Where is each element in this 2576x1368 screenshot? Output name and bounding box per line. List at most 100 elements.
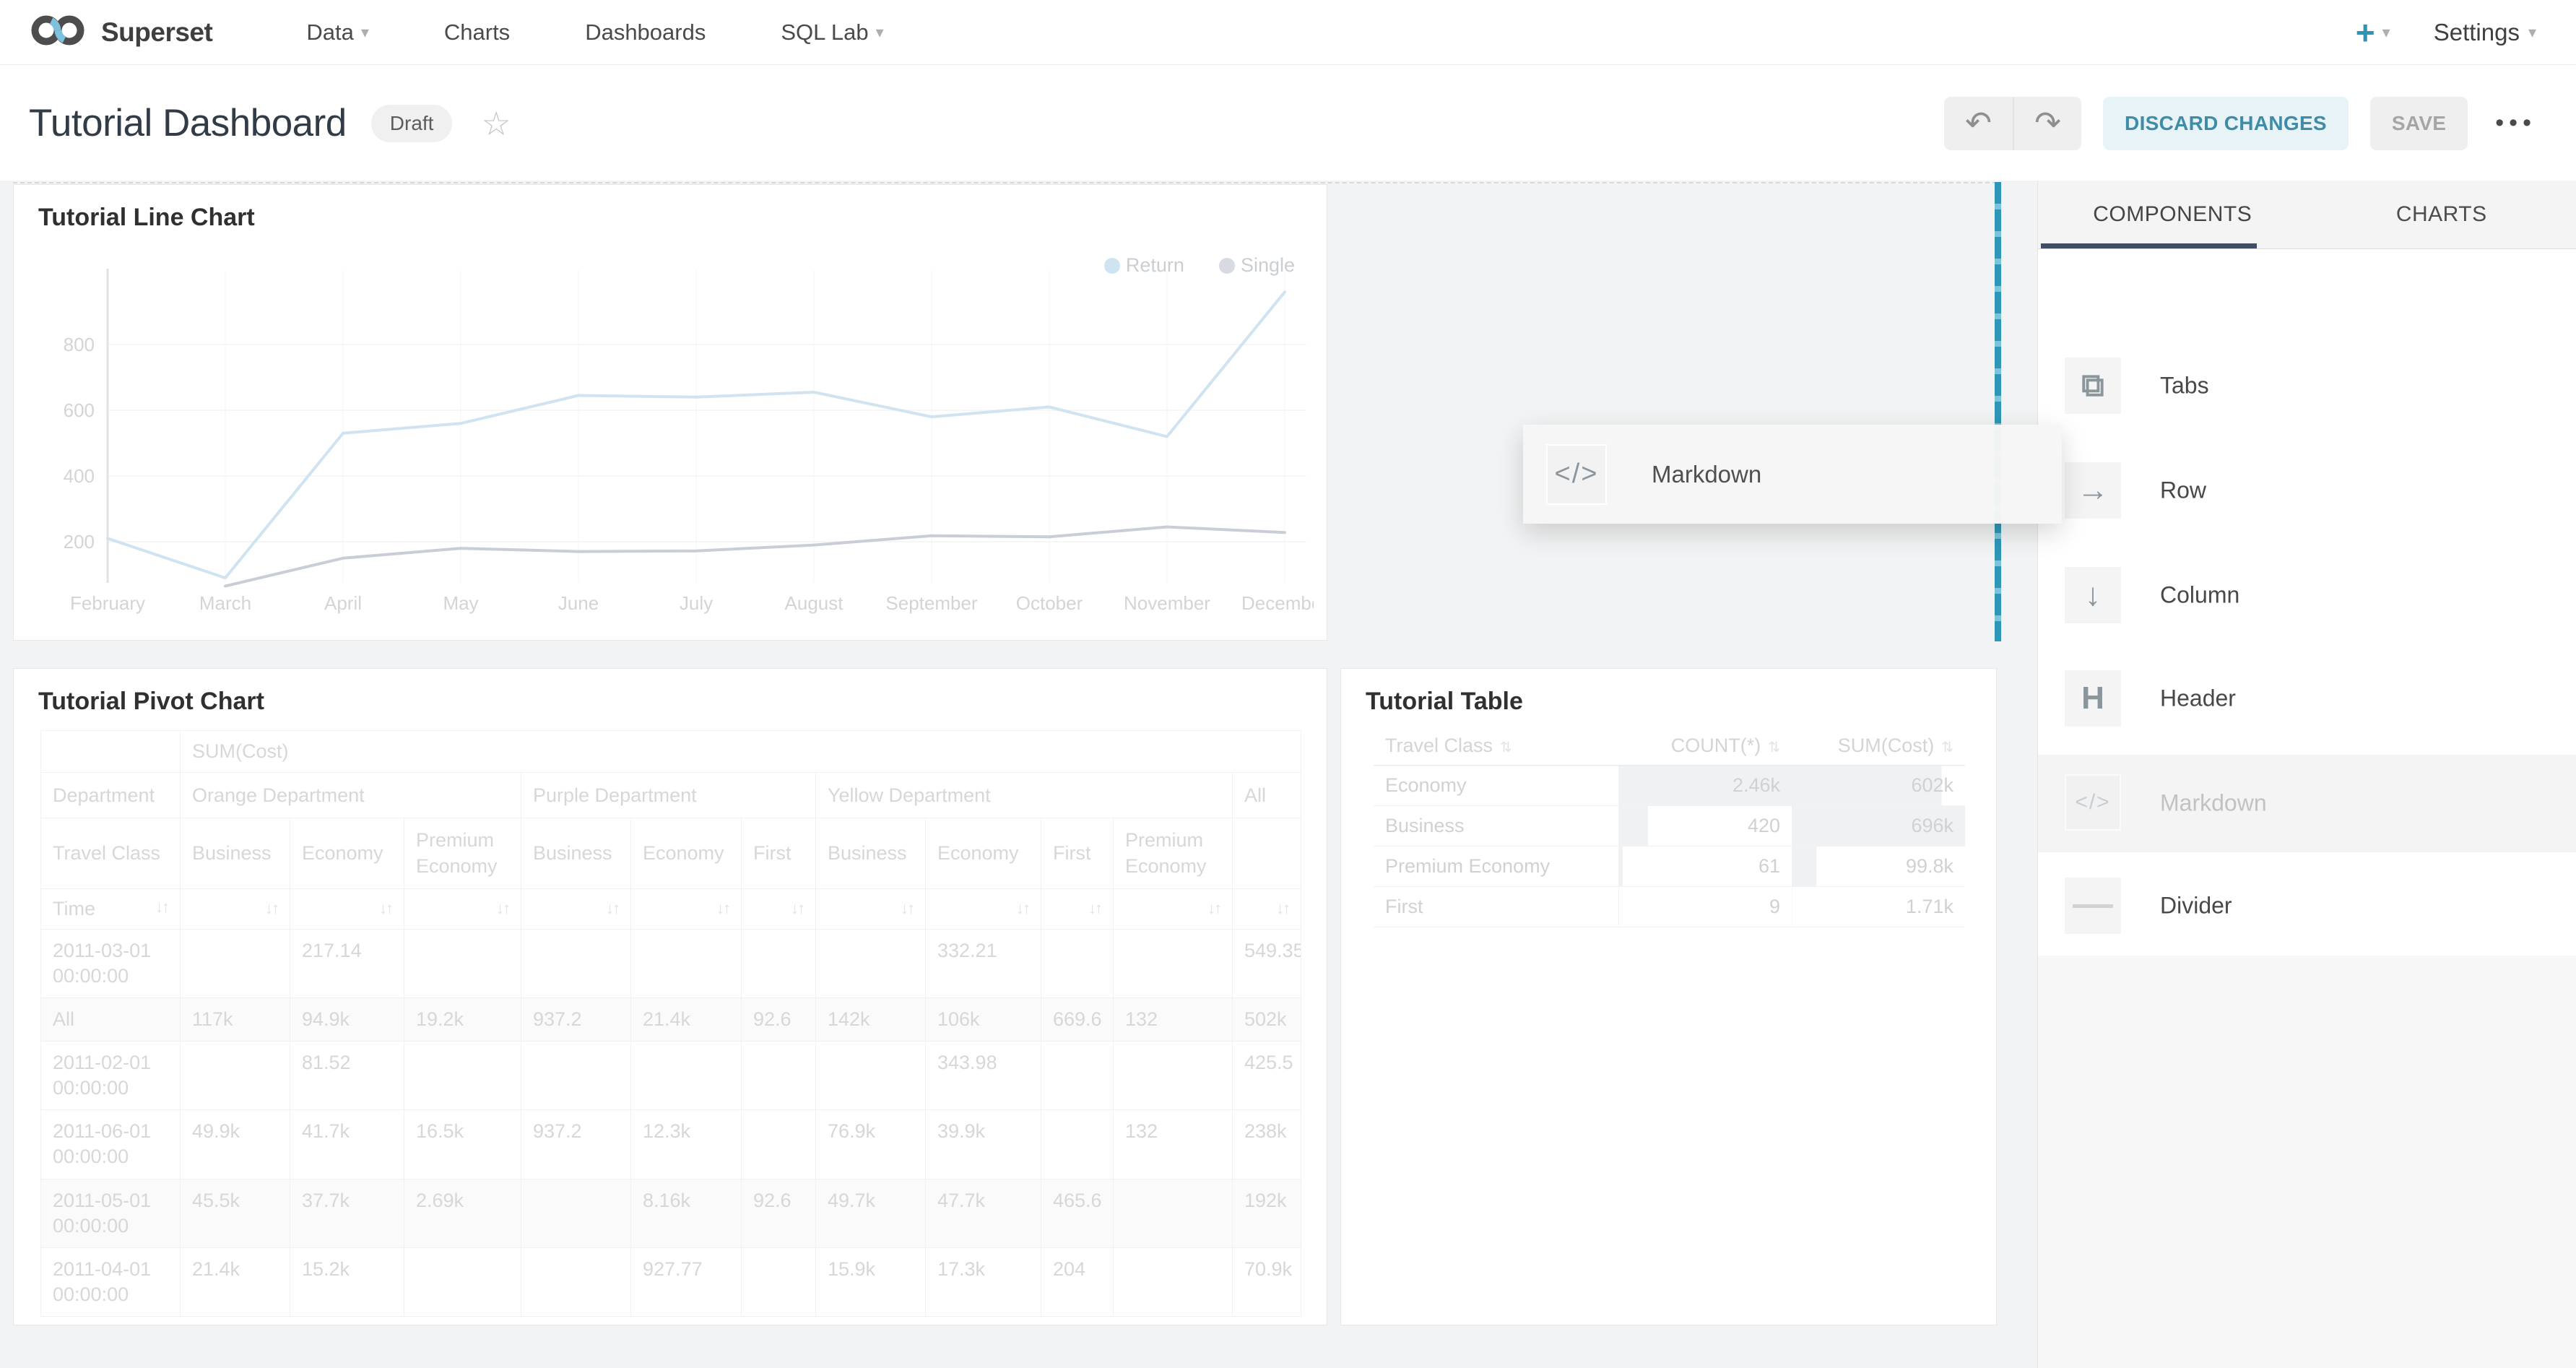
svg-text:April: April (324, 592, 362, 614)
sort-icon: ↓↑ (716, 899, 729, 918)
pivot-class-header: Economy (290, 818, 404, 889)
pivot-value-cell: 19.2k (404, 998, 521, 1042)
table-cell-sum: 602k (1792, 765, 1965, 805)
superset-logo-icon (29, 12, 90, 53)
sidebar-tabs: COMPONENTSCHARTS (2038, 181, 2576, 249)
pivot-time-label[interactable]: Time↓↑ (41, 888, 181, 929)
pivot-value-cell: 132 (1114, 998, 1233, 1042)
pivot-value-cell: 502k (1233, 998, 1301, 1042)
sidebar-item-row[interactable]: →Row (2038, 462, 2576, 519)
drag-preview-label: Markdown (1652, 461, 1761, 488)
active-tab-underline (2041, 243, 2257, 248)
pivot-chart-card[interactable]: Tutorial Pivot Chart SUM(Cost)Department… (13, 668, 1327, 1325)
pivot-data-row: All117k94.9k19.2k937.221.4k92.6142k106k6… (41, 998, 1301, 1042)
sidebar-item-column[interactable]: ↓Column (2038, 567, 2576, 623)
save-button[interactable]: SAVE (2370, 97, 2468, 150)
pivot-value-cell: 47.7k (926, 1179, 1041, 1247)
pivot-row-label: 2011-03-01 00:00:00 (41, 929, 181, 997)
nav-item-data[interactable]: Data▾ (306, 20, 369, 46)
table-column-header[interactable]: Travel Class⇅ (1374, 727, 1618, 765)
pivot-corner-cell (41, 731, 181, 773)
pivot-value-cell: 21.4k (631, 998, 742, 1042)
chevron-down-icon: ▾ (2382, 25, 2390, 40)
chevron-down-icon: ▾ (2528, 25, 2536, 40)
more-options-icon[interactable]: ••• (2489, 109, 2536, 137)
pivot-sort-cell[interactable]: ↓↑ (404, 888, 521, 929)
pivot-row-label: 2011-02-01 00:00:00 (41, 1042, 181, 1110)
pivot-value-cell: 92.6 (742, 998, 816, 1042)
pivot-sort-cell[interactable]: ↓↑ (926, 888, 1041, 929)
line-chart-card[interactable]: Tutorial Line Chart ReturnSingle 2004006… (13, 184, 1327, 641)
pivot-class-label: Travel Class (41, 818, 181, 889)
table-row: Business420696k (1374, 805, 1965, 846)
tab-charts[interactable]: CHARTS (2307, 181, 2576, 248)
sort-icon: ↓↑ (1207, 899, 1220, 918)
pivot-sort-cell[interactable]: ↓↑ (1041, 888, 1114, 929)
nav-item-sql-lab[interactable]: SQL Lab▾ (781, 20, 883, 46)
nav-item-dashboards[interactable]: Dashboards (585, 20, 706, 46)
pivot-row-label: 2011-06-01 00:00:00 (41, 1110, 181, 1179)
tab-components[interactable]: COMPONENTS (2038, 181, 2307, 248)
pivot-value-cell (742, 1247, 816, 1316)
pivot-class-header: Business (816, 818, 926, 889)
pivot-value-cell: 39.9k (926, 1110, 1041, 1179)
table-cell-label: Economy (1374, 765, 1618, 805)
undo-button[interactable]: ↶ (1944, 97, 2013, 150)
pivot-class-header: Business (521, 818, 631, 889)
sidebar-item-divider[interactable]: Divider (2038, 878, 2576, 934)
pivot-value-cell: 94.9k (290, 998, 404, 1042)
sidebar-item-header[interactable]: HHeader (2038, 670, 2576, 727)
sort-icon: ↓↑ (155, 898, 168, 917)
svg-text:June: June (558, 592, 599, 614)
pivot-class-header: Economy (926, 818, 1041, 889)
arrow-right-glyph: → (2077, 472, 2109, 508)
superset-brand[interactable]: Superset (29, 12, 212, 53)
table-cell-count: 9 (1618, 886, 1792, 927)
pivot-value-cell: 937.2 (521, 1110, 631, 1179)
svg-text:August: August (785, 592, 844, 614)
sidebar-item-markdown[interactable]: </>Markdown (2038, 755, 2576, 852)
pivot-value-cell: 8.16k (631, 1179, 742, 1247)
pivot-value-cell (1041, 1042, 1114, 1110)
svg-text:600: 600 (64, 399, 95, 421)
sidebar-item-label: Markdown (2160, 790, 2267, 817)
data-table-card[interactable]: Tutorial Table Travel Class⇅COUNT(*)⇅SUM… (1340, 668, 1997, 1325)
table-cell-label: Business (1374, 805, 1618, 846)
new-item-button[interactable]: + ▾ (2356, 16, 2390, 49)
table-cell-count: 2.46k (1618, 765, 1792, 805)
pivot-metric-cell: SUM(Cost) (181, 731, 1301, 773)
table-column-header[interactable]: COUNT(*)⇅ (1618, 727, 1792, 765)
pivot-data-row: 2011-03-01 00:00:00217.14332.21549.35 (41, 929, 1301, 997)
sidebar-bottom-fill (2038, 956, 2576, 1368)
pivot-value-cell: 425.5 (1233, 1042, 1301, 1110)
pivot-sort-cell[interactable]: ↓↑ (816, 888, 926, 929)
settings-menu[interactable]: Settings ▾ (2434, 19, 2536, 46)
pivot-value-cell: 465.6 (1041, 1179, 1114, 1247)
pivot-sort-cell[interactable]: ↓↑ (1114, 888, 1233, 929)
pivot-sort-cell[interactable]: ↓↑ (742, 888, 816, 929)
pivot-sort-cell[interactable]: ↓↑ (290, 888, 404, 929)
pivot-value-cell (816, 1042, 926, 1110)
pivot-value-cell (521, 1247, 631, 1316)
markdown-drag-preview[interactable]: </> Markdown (1523, 425, 2062, 524)
favorite-star-icon[interactable]: ☆ (481, 104, 511, 143)
pivot-sort-cell[interactable]: ↓↑ (1233, 888, 1301, 929)
redo-button[interactable]: ↷ (2013, 97, 2081, 150)
pivot-sort-cell[interactable]: ↓↑ (631, 888, 742, 929)
table-cell-sum: 696k (1792, 805, 1965, 846)
table-column-header[interactable]: SUM(Cost)⇅ (1792, 727, 1965, 765)
pivot-sort-cell[interactable]: ↓↑ (521, 888, 631, 929)
pivot-value-cell: 49.7k (816, 1179, 926, 1247)
sidebar-item-tabs[interactable]: ⧉Tabs (2038, 358, 2576, 414)
line-chart-title: Tutorial Line Chart (14, 185, 1327, 232)
nav-item-charts[interactable]: Charts (444, 20, 510, 46)
table-header-row: Travel Class⇅COUNT(*)⇅SUM(Cost)⇅ (1374, 727, 1965, 765)
pivot-value-cell: 15.2k (290, 1247, 404, 1316)
sort-icon: ⇅ (1493, 740, 1512, 756)
pivot-value-cell: 17.3k (926, 1247, 1041, 1316)
pivot-sort-cell[interactable]: ↓↑ (181, 888, 290, 929)
sidebar-item-label: Header (2160, 685, 2236, 712)
svg-text:October: October (1016, 592, 1083, 614)
discard-changes-button[interactable]: DISCARD CHANGES (2103, 97, 2349, 150)
pivot-value-cell: 12.3k (631, 1110, 742, 1179)
